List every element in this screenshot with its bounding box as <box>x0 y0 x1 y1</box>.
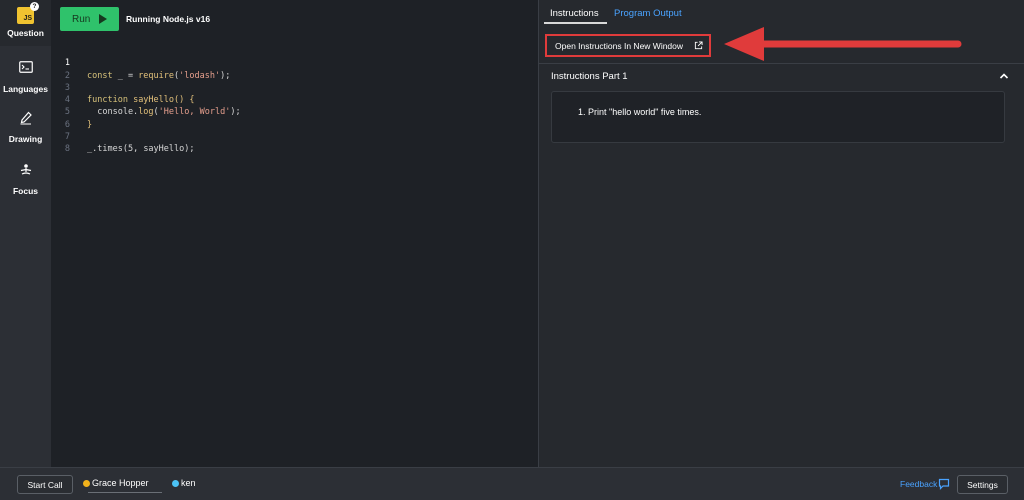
sidebar-item-focus[interactable]: Focus <box>0 163 51 201</box>
sidebar-item-drawing[interactable]: Drawing <box>0 111 51 149</box>
feedback-link[interactable]: Feedback <box>900 479 937 489</box>
chevron-up-icon[interactable] <box>998 70 1010 82</box>
play-icon <box>99 14 107 24</box>
open-instructions-new-window-button[interactable]: Open Instructions In New Window <box>545 34 711 57</box>
active-tab-indicator <box>544 22 607 24</box>
code-area[interactable]: 1 const _ = require('lodash'); 2 3 funct… <box>51 45 241 154</box>
code-line: 6 <box>51 106 92 130</box>
code-token: times <box>97 144 123 155</box>
code-line: 4 console.log('Hello, World'); <box>51 82 241 117</box>
user-name-field[interactable]: Grace Hopper <box>92 478 149 488</box>
code-editor-panel: Run Running Node.js v16 1 const _ = requ… <box>51 0 538 467</box>
code-token: function <box>87 95 128 106</box>
name-underline <box>88 492 162 493</box>
code-token: require <box>138 70 175 81</box>
external-link-icon <box>694 41 703 50</box>
sidebar-item-label: Focus <box>12 186 39 196</box>
instructions-box: 1. Print "hello world" five times. <box>551 91 1005 143</box>
instruction-item: 1. Print "hello world" five times. <box>578 107 702 117</box>
pencil-icon <box>20 111 32 125</box>
code-token: 'lodash' <box>179 70 221 81</box>
start-call-button[interactable]: Start Call <box>17 475 73 494</box>
red-arrow-annotation <box>724 27 962 61</box>
code-token: log <box>138 107 154 118</box>
participant-name: ken <box>181 478 196 488</box>
code-token: ); <box>220 70 231 81</box>
question-mark-icon: ? <box>30 2 39 11</box>
code-line: 3 function sayHello() { <box>51 70 195 105</box>
code-token: console. <box>87 107 139 118</box>
section-title: Instructions Part 1 <box>551 71 628 82</box>
js-language-icon: JS? <box>17 2 39 24</box>
chat-bubble-icon[interactable] <box>938 478 950 490</box>
code-line: 5 } <box>51 94 92 129</box>
sidebar-item-question[interactable]: JS? Question <box>0 0 51 46</box>
code-line: 8 <box>51 131 92 154</box>
sidebar-item-label: Languages <box>3 84 48 94</box>
line-number: 8 <box>64 144 70 155</box>
left-sidebar: JS? Question Languages Drawing Focus <box>0 0 51 467</box>
open-button-label: Open Instructions In New Window <box>555 40 684 51</box>
code-line: 7 _.times(5, sayHello); <box>51 119 195 154</box>
app-window: JS? Question Languages Drawing Focus Run… <box>0 0 1024 500</box>
sidebar-item-label: Drawing <box>8 134 43 144</box>
code-token: sayHello <box>127 95 175 106</box>
instructions-panel: Instructions Program Output Open Instruc… <box>539 0 1024 467</box>
run-button[interactable]: Run <box>60 7 119 31</box>
code-line: 2 <box>51 57 92 81</box>
sidebar-item-label: Question <box>7 28 44 38</box>
runtime-label: Running Node.js v16 <box>126 14 211 24</box>
user-status-dot <box>172 480 179 487</box>
settings-button[interactable]: Settings <box>957 475 1008 494</box>
meditation-icon <box>20 164 31 175</box>
tab-instructions[interactable]: Instructions <box>550 8 599 19</box>
tab-program-output[interactable]: Program Output <box>614 8 682 19</box>
user-status-dot <box>83 480 90 487</box>
code-token: _ = <box>112 70 139 81</box>
code-line: 1 const _ = require('lodash'); <box>51 45 230 80</box>
code-token: ); <box>230 107 241 118</box>
code-token: () { <box>174 95 195 106</box>
code-token: 'Hello, World' <box>158 107 231 118</box>
terminal-icon <box>18 61 33 73</box>
code-token: (5, sayHello); <box>122 144 195 155</box>
sidebar-item-languages[interactable]: Languages <box>0 60 51 98</box>
bottom-toolbar: Start Call Grace Hopper ken Feedback Set… <box>0 467 1024 500</box>
run-button-label: Run <box>72 13 91 25</box>
